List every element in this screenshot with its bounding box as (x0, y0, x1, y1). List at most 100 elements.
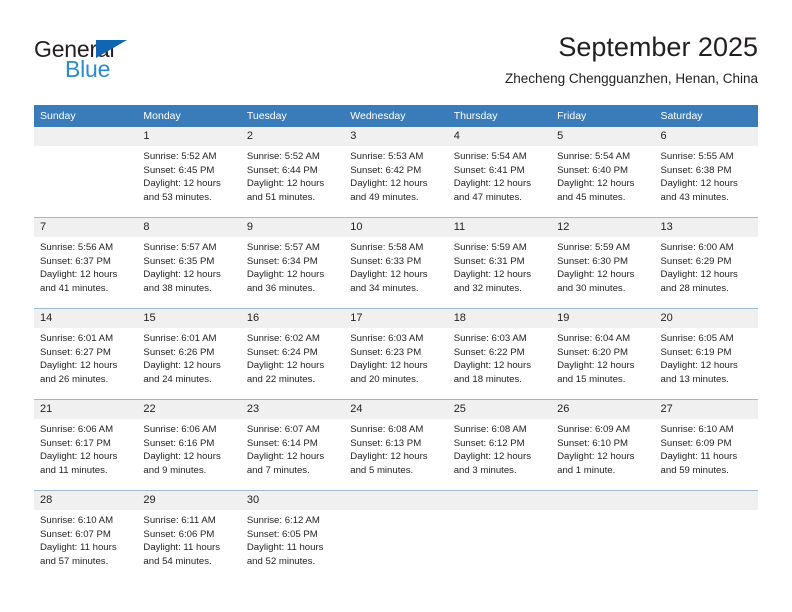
weekday-header-tuesday: Tuesday (240, 105, 345, 127)
day-number: 3 (344, 127, 448, 146)
day-detail-line: Daylight: 12 hours (557, 451, 635, 463)
calendar-day-cell[interactable]: 4 Sunrise: 5:54 AM Sunset: 6:41 PM Daylight… (447, 127, 552, 218)
calendar-day-cell[interactable]: 19 Sunrise: 6:04 AM Sunset: 6:20 PM Dayligh… (551, 308, 655, 400)
calendar-day-cell[interactable]: 9 Sunrise: 5:57 AM Sunset: 6:34 PM Daylight… (240, 217, 345, 309)
day-detail-line: Daylight: 12 hours (557, 269, 635, 281)
day-detail-line: Sunrise: 6:08 AM (453, 424, 527, 435)
day-detail-line: and 47 minutes. (453, 191, 522, 203)
calendar-day-cell[interactable]: 15 Sunrise: 6:01 AM Sunset: 6:26 PM Dayligh… (137, 308, 241, 400)
day-number: 14 (34, 309, 138, 328)
day-details: Sunrise: 5:59 AM Sunset: 6:31 PM Daylight:… (448, 237, 551, 295)
day-number: 13 (654, 218, 758, 237)
day-detail-line: Sunrise: 6:09 AM (557, 424, 631, 435)
day-number: 11 (447, 218, 552, 237)
calendar-day-cell[interactable]: 30 Sunrise: 6:12 AM Sunset: 6:05 PM Dayligh… (240, 490, 345, 581)
calendar-day-cell[interactable]: 28 Sunrise: 6:10 AM Sunset: 6:07 PM Dayligh… (34, 490, 138, 581)
day-detail-line: Sunset: 6:22 PM (453, 346, 525, 358)
day-number: 18 (447, 309, 552, 328)
day-detail-line: and 18 minutes. (453, 373, 522, 385)
calendar-day-cell[interactable]: 11 Sunrise: 5:59 AM Sunset: 6:31 PM Dayligh… (447, 217, 552, 309)
day-detail-line: Daylight: 12 hours (350, 451, 428, 463)
weekday-header-wednesday: Wednesday (344, 105, 448, 127)
day-detail-line: Daylight: 12 hours (660, 178, 738, 190)
logo-word-blue: Blue (65, 56, 111, 82)
day-detail-line: Sunrise: 6:05 AM (660, 333, 734, 344)
day-number: 27 (654, 400, 758, 419)
calendar-empty-cell (551, 490, 655, 581)
day-detail-line: Daylight: 12 hours (143, 360, 221, 372)
calendar-day-cell[interactable]: 27 Sunrise: 6:10 AM Sunset: 6:09 PM Dayligh… (654, 399, 758, 491)
day-number: 8 (137, 218, 241, 237)
day-number: 5 (551, 127, 655, 146)
calendar-day-cell[interactable]: 20 Sunrise: 6:05 AM Sunset: 6:19 PM Dayligh… (654, 308, 758, 400)
calendar-day-cell[interactable]: 1 Sunrise: 5:52 AM Sunset: 6:45 PM Daylight… (137, 127, 241, 218)
calendar-day-cell[interactable]: 5 Sunrise: 5:54 AM Sunset: 6:40 PM Daylight… (551, 127, 655, 218)
day-detail-line: and 52 minutes. (246, 555, 316, 567)
calendar-day-cell[interactable]: 6 Sunrise: 5:55 AM Sunset: 6:38 PM Daylight… (654, 127, 758, 218)
day-detail-line: and 9 minutes. (143, 464, 207, 476)
calendar-day-cell[interactable]: 22 Sunrise: 6:06 AM Sunset: 6:16 PM Dayligh… (137, 399, 241, 491)
calendar-day-cell[interactable]: 25 Sunrise: 6:08 AM Sunset: 6:12 PM Dayligh… (447, 399, 552, 491)
day-detail-line: Sunset: 6:16 PM (143, 437, 215, 449)
calendar-day-cell[interactable]: 14 Sunrise: 6:01 AM Sunset: 6:27 PM Dayligh… (34, 308, 138, 400)
day-detail-line: Daylight: 11 hours (40, 542, 117, 554)
day-detail-line: Sunrise: 5:52 AM (246, 151, 320, 162)
day-details: Sunrise: 6:01 AM Sunset: 6:27 PM Daylight:… (34, 328, 137, 386)
calendar-week-row: 1 Sunrise: 5:52 AM Sunset: 6:45 PM Daylight… (34, 127, 758, 218)
day-detail-line: Daylight: 12 hours (143, 269, 221, 281)
day-detail-line: Sunrise: 6:01 AM (143, 333, 217, 344)
calendar-day-cell[interactable]: 24 Sunrise: 6:08 AM Sunset: 6:13 PM Dayligh… (344, 399, 448, 491)
day-details: Sunrise: 6:06 AM Sunset: 6:17 PM Daylight:… (34, 419, 137, 477)
calendar-day-cell[interactable]: 21 Sunrise: 6:06 AM Sunset: 6:17 PM Dayligh… (34, 399, 138, 491)
day-detail-line: Sunset: 6:06 PM (143, 528, 215, 540)
day-details: Sunrise: 6:07 AM Sunset: 6:14 PM Daylight:… (241, 419, 344, 477)
day-detail-line: Daylight: 12 hours (143, 451, 221, 463)
day-detail-line: Sunset: 6:29 PM (660, 255, 732, 267)
calendar-day-cell[interactable]: 3 Sunrise: 5:53 AM Sunset: 6:42 PM Daylight… (344, 127, 448, 218)
calendar-day-cell[interactable]: 8 Sunrise: 5:57 AM Sunset: 6:35 PM Daylight… (137, 217, 241, 309)
day-detail-line: Sunset: 6:20 PM (557, 346, 629, 358)
day-detail-line: Daylight: 12 hours (246, 451, 325, 463)
day-details: Sunrise: 5:54 AM Sunset: 6:40 PM Daylight:… (551, 146, 654, 204)
day-detail-line: Sunset: 6:40 PM (557, 164, 629, 176)
calendar-day-cell[interactable]: 12 Sunrise: 5:59 AM Sunset: 6:30 PM Dayligh… (551, 217, 655, 309)
calendar-day-cell[interactable]: 10 Sunrise: 5:58 AM Sunset: 6:33 PM Dayligh… (344, 217, 448, 309)
day-detail-line: Daylight: 12 hours (40, 360, 118, 372)
calendar-day-cell[interactable]: 16 Sunrise: 6:02 AM Sunset: 6:24 PM Dayligh… (240, 308, 345, 400)
calendar-day-cell[interactable]: 13 Sunrise: 6:00 AM Sunset: 6:29 PM Dayligh… (654, 217, 758, 309)
day-detail-line: Daylight: 11 hours (246, 542, 324, 554)
calendar-day-cell[interactable]: 26 Sunrise: 6:09 AM Sunset: 6:10 PM Dayligh… (551, 399, 655, 491)
day-number: 1 (137, 127, 241, 146)
calendar-day-cell[interactable]: 23 Sunrise: 6:07 AM Sunset: 6:14 PM Dayligh… (240, 399, 345, 491)
day-detail-line: Sunrise: 6:01 AM (40, 333, 114, 344)
calendar-day-cell[interactable]: 2 Sunrise: 5:52 AM Sunset: 6:44 PM Daylight… (240, 127, 345, 218)
day-detail-line: Sunrise: 5:57 AM (246, 242, 320, 253)
day-detail-line: and 53 minutes. (143, 191, 212, 203)
day-detail-line: Sunset: 6:34 PM (246, 255, 318, 267)
day-detail-line: and 43 minutes. (660, 191, 729, 203)
day-number: 9 (240, 218, 345, 237)
day-detail-line: Sunrise: 6:10 AM (40, 515, 114, 526)
day-number (551, 491, 655, 510)
general-blue-logo[interactable]: General Blue (34, 36, 214, 88)
day-details: Sunrise: 6:06 AM Sunset: 6:16 PM Daylight:… (137, 419, 240, 477)
day-detail-line: Sunrise: 5:59 AM (453, 242, 527, 253)
weekday-header-row: Sunday Monday Tuesday Wednesday Thursday… (34, 105, 758, 127)
day-number: 25 (447, 400, 552, 419)
day-details: Sunrise: 5:59 AM Sunset: 6:30 PM Daylight:… (551, 237, 654, 295)
calendar-day-cell[interactable]: 29 Sunrise: 6:11 AM Sunset: 6:06 PM Dayligh… (137, 490, 241, 581)
calendar-day-cell[interactable]: 17 Sunrise: 6:03 AM Sunset: 6:23 PM Dayligh… (344, 308, 448, 400)
weekday-header-sunday: Sunday (34, 105, 138, 127)
day-detail-line: Daylight: 11 hours (143, 542, 221, 554)
day-details: Sunrise: 6:01 AM Sunset: 6:26 PM Daylight:… (137, 328, 240, 386)
day-detail-line: Sunrise: 6:03 AM (453, 333, 527, 344)
calendar-day-cell[interactable]: 18 Sunrise: 6:03 AM Sunset: 6:22 PM Dayligh… (447, 308, 552, 400)
day-detail-line: Sunrise: 5:55 AM (660, 151, 734, 162)
day-detail-line: and 7 minutes. (246, 464, 310, 476)
day-detail-line: and 54 minutes. (143, 555, 212, 567)
calendar-day-cell[interactable]: 7 Sunrise: 5:56 AM Sunset: 6:37 PM Daylight… (34, 217, 138, 309)
day-number: 15 (137, 309, 241, 328)
day-detail-line: Sunrise: 6:07 AM (246, 424, 320, 435)
day-detail-line: Sunset: 6:10 PM (557, 437, 629, 449)
day-number: 20 (654, 309, 758, 328)
